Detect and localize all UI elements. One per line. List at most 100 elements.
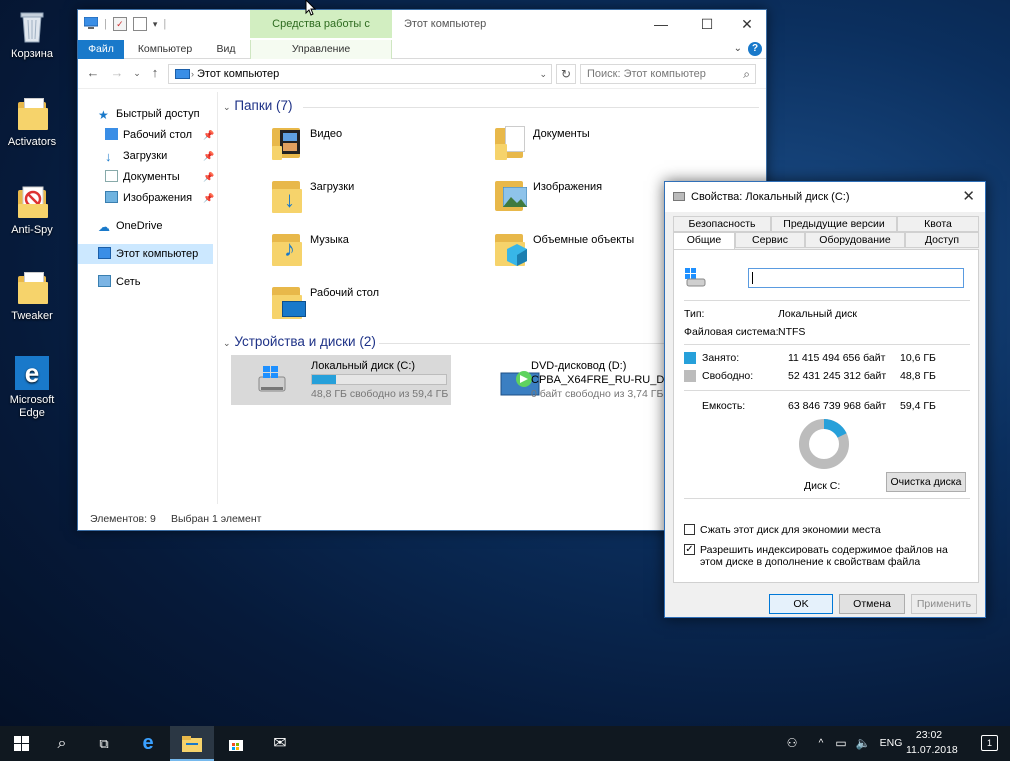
task-view-icon[interactable]: ⧉ (82, 726, 126, 761)
nav-network[interactable]: Сеть (98, 272, 140, 292)
language-indicator[interactable]: ENG (876, 726, 906, 761)
clock-time: 23:02 (915, 729, 943, 741)
tab-view[interactable]: Вид (206, 40, 246, 59)
nav-this-pc[interactable]: Этот компьютер (78, 244, 213, 264)
tab-previous-versions[interactable]: Предыдущие версии (771, 216, 897, 232)
tab-general[interactable]: Общие (673, 232, 735, 250)
desktop-icon-tweaker[interactable]: Tweaker (4, 270, 60, 323)
dialog-titlebar[interactable]: Свойства: Локальный диск (C:) ✕ (665, 182, 985, 212)
nav-onedrive[interactable]: ☁ OneDrive (98, 216, 162, 236)
show-hidden-icons-chevron-icon[interactable]: ^ (812, 726, 830, 761)
compress-checkbox[interactable] (684, 524, 695, 535)
apply-button[interactable]: Применить (911, 594, 977, 614)
close-button[interactable]: ✕ (724, 10, 770, 39)
desktop-icon-recycle-bin[interactable]: Корзина (4, 8, 60, 61)
tab-security[interactable]: Безопасность (673, 216, 771, 232)
desktop: Корзина Activators Anti-Spy Tweaker e Mi… (0, 0, 1010, 761)
customize-toolbar-icon[interactable]: ▾ (153, 19, 158, 30)
refresh-icon[interactable]: ↻ (556, 64, 576, 84)
forward-arrow-icon[interactable]: → (108, 65, 126, 80)
cloud-icon: ☁ (98, 220, 110, 234)
folder-desktop[interactable]: Рабочий стол (268, 279, 468, 327)
compress-label: Сжать этот диск для экономии места (700, 524, 881, 536)
tab-quota[interactable]: Квота (897, 216, 979, 232)
folders-group-header[interactable]: ⌄ Папки (7) (223, 98, 763, 113)
drive-d-name: DVD-дисковод (D:) (531, 360, 627, 372)
disk-cleanup-button[interactable]: Очистка диска (886, 472, 966, 492)
store-icon[interactable] (214, 726, 258, 761)
desktop-icon-label: Корзина (11, 48, 53, 60)
downloads-folder-icon: ↓ (270, 177, 306, 215)
edge-icon[interactable]: e (126, 726, 170, 761)
people-icon[interactable]: ⚇ (780, 726, 804, 761)
folder-music[interactable]: ♪ Музыка (268, 226, 468, 274)
tab-file[interactable]: Файл (78, 40, 124, 59)
desktop-icon (105, 128, 118, 140)
mail-icon[interactable]: ✉ (258, 726, 302, 761)
properties-dialog[interactable]: Свойства: Локальный диск (C:) ✕ Безопасн… (664, 181, 986, 618)
address-row: ← → ⌄ ↑ › Этот компьютер ⌄ ↻ Поиск: Этот… (78, 59, 766, 89)
computer-icon (98, 247, 111, 259)
new-folder-icon[interactable] (132, 17, 147, 31)
folder-documents[interactable]: Документы (491, 120, 691, 168)
disk-tools-context-tab[interactable]: Средства работы с дисками (250, 10, 392, 58)
cancel-button[interactable]: Отмена (839, 594, 905, 614)
index-checkbox[interactable]: ✓ (684, 544, 695, 555)
folder-downloads[interactable]: ↓ Загрузки (268, 173, 468, 221)
expand-ribbon-icon[interactable]: ⌄ (734, 43, 742, 54)
volume-icon[interactable]: 🔈 (854, 726, 872, 761)
search-icon: ⌕ (743, 67, 750, 81)
tab-computer[interactable]: Компьютер (130, 40, 200, 59)
nav-quick-access[interactable]: ★ Быстрый доступ (98, 104, 200, 124)
folder-pictures[interactable]: Изображения (491, 173, 691, 221)
desktop-icon-label: Activators (7, 136, 57, 148)
picture-icon (105, 191, 118, 203)
drive-name-input[interactable] (748, 268, 964, 288)
3d-objects-folder-icon (493, 230, 529, 268)
nav-downloads[interactable]: ↓ Загрузки 📌 (105, 146, 217, 166)
nav-pictures[interactable]: Изображения 📌 (105, 188, 217, 208)
address-bar[interactable]: › Этот компьютер ⌄ (168, 64, 552, 84)
free-space-swatch (684, 370, 696, 382)
computer-icon (83, 16, 99, 31)
network-icon[interactable]: ▭ (832, 726, 850, 761)
drive-c[interactable]: Локальный диск (C:) 48,8 ГБ свободно из … (231, 355, 451, 405)
status-items-count: Элементов: 9 (90, 513, 156, 525)
start-windows-icon[interactable] (0, 726, 44, 761)
tab-sharing[interactable]: Доступ (905, 232, 979, 248)
nav-documents[interactable]: Документы 📌 (105, 167, 217, 187)
nav-desktop[interactable]: Рабочий стол 📌 (105, 125, 217, 145)
type-value: Локальный диск (778, 308, 857, 320)
tab-hardware[interactable]: Оборудование (805, 232, 905, 248)
folder-video[interactable]: Видео (268, 120, 468, 168)
capacity-label: Емкость: (702, 400, 746, 412)
video-folder-icon (270, 124, 306, 162)
properties-icon[interactable]: ✓ (112, 17, 127, 31)
recent-locations-icon[interactable]: ⌄ (128, 68, 146, 79)
action-center-icon[interactable]: 1 (981, 735, 998, 751)
desktop-icon-anti-spy[interactable]: Anti-Spy (4, 184, 60, 237)
ok-button[interactable]: OK (769, 594, 833, 614)
tab-manage[interactable]: Управление (250, 40, 392, 59)
address-dropdown-icon[interactable]: ⌄ (539, 65, 547, 83)
folder-3d-objects[interactable]: Объемные объекты (491, 226, 691, 274)
explorer-titlebar[interactable]: | ✓ ▾ | Средства работы с дисками Этот к… (78, 10, 766, 58)
help-icon[interactable]: ? (748, 42, 762, 56)
desktop-icon-activators[interactable]: Activators (4, 96, 60, 149)
up-arrow-icon[interactable]: ↑ (146, 65, 164, 80)
free-label: Свободно: (702, 370, 754, 382)
close-icon[interactable]: ✕ (962, 182, 975, 212)
desktop-icon-label: Microsoft Edge (9, 394, 55, 419)
back-arrow-icon[interactable]: ← (84, 65, 102, 80)
search-icon[interactable]: ⌕ (40, 726, 84, 761)
local-disk-icon (237, 363, 286, 397)
file-explorer-icon[interactable] (170, 726, 214, 761)
filesystem-value: NTFS (778, 326, 806, 338)
minimize-button[interactable]: — (638, 10, 684, 39)
music-folder-icon: ♪ (270, 230, 306, 268)
desktop-icon-edge[interactable]: e Microsoft Edge (4, 356, 60, 420)
search-input[interactable]: Поиск: Этот компьютер ⌕ (580, 64, 756, 84)
tab-tools[interactable]: Сервис (735, 232, 805, 248)
clock[interactable]: 23:02 11.07.2018 (906, 728, 958, 758)
type-label: Тип: (684, 308, 705, 320)
